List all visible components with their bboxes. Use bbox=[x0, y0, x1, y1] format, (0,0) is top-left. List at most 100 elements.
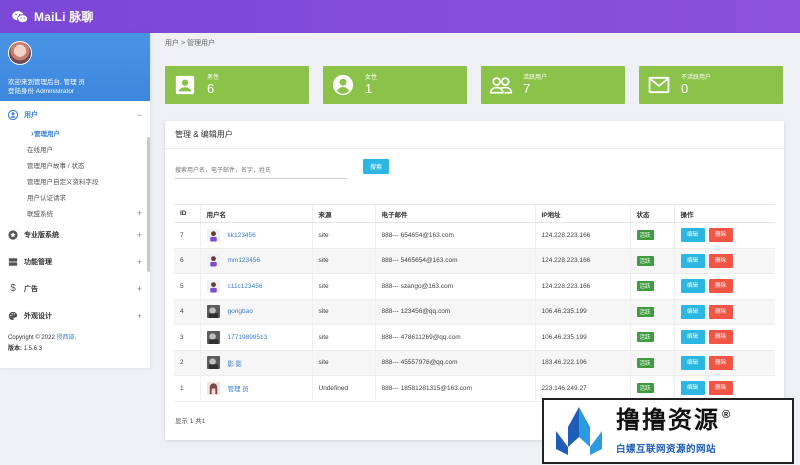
stat-value: 0 bbox=[681, 80, 689, 96]
column-header[interactable]: 用户名 bbox=[199, 204, 312, 223]
cell-actions: 编辑 删除 bbox=[673, 350, 775, 376]
cell-username: mm123456 bbox=[199, 248, 312, 274]
status-badge: 活跃 bbox=[636, 383, 654, 394]
column-header[interactable]: 操作 bbox=[673, 204, 775, 223]
cell-email: 888--- 478611269@qq.com bbox=[374, 324, 535, 351]
cell-id: 5 bbox=[174, 273, 200, 300]
cell-source: site bbox=[311, 273, 375, 300]
username-link[interactable]: gongbao bbox=[228, 308, 253, 315]
column-header[interactable]: IP地址 bbox=[534, 204, 630, 223]
copyright-link[interactable]: 授西部. bbox=[56, 335, 76, 341]
username-link[interactable]: mm123456 bbox=[228, 257, 261, 264]
cell-source: Undefined bbox=[311, 375, 375, 402]
sidebar-scrollbar[interactable] bbox=[147, 137, 150, 272]
stat-male: 男性 6 bbox=[165, 66, 309, 104]
cell-email: 888--- 123456@qq.com bbox=[374, 299, 535, 325]
sidebar-item-group-0[interactable]: 专业版系统 + bbox=[0, 221, 150, 248]
cell-username: gongbao bbox=[199, 299, 312, 325]
expand-icon[interactable]: + bbox=[137, 230, 142, 240]
admin-avatar[interactable] bbox=[8, 41, 32, 65]
edit-button[interactable]: 编辑 bbox=[680, 381, 705, 396]
collapse-icon[interactable]: − bbox=[137, 110, 142, 120]
search-button[interactable]: 搜索 bbox=[363, 159, 389, 174]
delete-button[interactable]: 删除 bbox=[708, 279, 733, 294]
app-brand[interactable]: MaiLi 脉聊 bbox=[34, 8, 94, 25]
expand-icon[interactable]: + bbox=[137, 208, 142, 218]
username-link[interactable]: 管理 员 bbox=[228, 383, 249, 393]
username-link[interactable]: 17719899513 bbox=[228, 334, 268, 341]
delete-button[interactable]: 删除 bbox=[708, 355, 733, 370]
sidebar-item-group-3[interactable]: 外观设计 + bbox=[0, 302, 150, 329]
sidebar-subitem-label: 在线用户 bbox=[27, 147, 53, 154]
status-badge: 活跃 bbox=[636, 255, 654, 266]
cell-ip: 106.46.235.199 bbox=[534, 324, 630, 351]
column-header[interactable]: 来源 bbox=[311, 204, 375, 223]
table-row: 4 gongbao site 888--- 123456@qq.com 106.46.2… bbox=[174, 299, 775, 325]
account-circle-icon bbox=[331, 73, 355, 97]
delete-button[interactable]: 删除 bbox=[708, 381, 733, 396]
sidebar-footer: Copyright © 2022 授西部. 版本: 1.5.6.3 bbox=[0, 333, 150, 355]
username-link[interactable]: c11c123456 bbox=[228, 283, 263, 290]
top-bar: MaiLi 脉聊 bbox=[0, 0, 800, 33]
sidebar-subitem-2[interactable]: 管理用户故事 / 状态 bbox=[0, 157, 150, 173]
sidebar-item-group-1[interactable]: 功能管理 + bbox=[0, 248, 150, 275]
column-header[interactable]: 状态 bbox=[629, 204, 674, 223]
sidebar-subitem-4[interactable]: 用户认证请求 bbox=[0, 189, 150, 205]
sidebar-subitem-label: 管理用户自定义资料字段 bbox=[27, 179, 99, 186]
edit-button[interactable]: 编辑 bbox=[680, 253, 705, 268]
cell-source: site bbox=[311, 324, 375, 351]
cell-id: 1 bbox=[174, 375, 200, 402]
sidebar-subitem-1[interactable]: 在线用户 bbox=[0, 141, 150, 157]
sidebar-item-group-2[interactable]: $ 广告 + bbox=[0, 275, 150, 302]
sidebar-item-label: 广告 bbox=[24, 285, 38, 293]
cell-ip: 106.46.235.199 bbox=[534, 299, 630, 325]
edit-button[interactable]: 编辑 bbox=[680, 279, 705, 294]
sidebar-subitem-label: 联盟系统 bbox=[27, 211, 53, 218]
cell-email: 888--- 654654@163.com bbox=[374, 222, 535, 249]
version-value: 1.5.6.3 bbox=[23, 346, 43, 352]
sidebar-subitem-0[interactable]: 管理用户 bbox=[0, 125, 150, 141]
stat-active: 活跃用户 7 bbox=[481, 66, 625, 104]
cell-username: kk123456 bbox=[199, 222, 312, 249]
cell-source: site bbox=[311, 222, 375, 249]
delete-button[interactable]: 删除 bbox=[708, 253, 733, 268]
cell-email: 888--- 45557976@qq.com bbox=[374, 350, 535, 376]
user-avatar bbox=[206, 305, 220, 319]
expand-icon[interactable]: + bbox=[137, 284, 142, 294]
watermark-subtitle: 白嫖互联网资源的网站 bbox=[616, 444, 717, 455]
user-avatar bbox=[206, 330, 220, 344]
delete-button[interactable]: 删除 bbox=[708, 304, 733, 319]
expand-icon[interactable]: + bbox=[137, 257, 142, 267]
search-input[interactable] bbox=[175, 163, 347, 179]
sidebar-subitem-3[interactable]: 管理用户自定义资料字段 bbox=[0, 173, 150, 189]
cell-email: 888--- szango@163.com bbox=[374, 273, 535, 300]
edit-button[interactable]: 编辑 bbox=[680, 304, 705, 319]
sidebar-item-users[interactable]: 用户 − bbox=[0, 105, 150, 125]
cell-id: 2 bbox=[174, 350, 200, 376]
stat-inactive: 不活跃用户 0 bbox=[639, 66, 783, 104]
sidebar-subitem-label: 管理用户 bbox=[34, 131, 60, 138]
cell-actions: 编辑 删除 bbox=[673, 222, 775, 249]
sidebar-subitem-5[interactable]: 联盟系统 + bbox=[0, 205, 150, 221]
cell-username: 17719899513 bbox=[199, 324, 312, 351]
username-link[interactable]: kk123456 bbox=[228, 232, 256, 239]
cell-ip: 183.46.222.106 bbox=[534, 350, 630, 376]
expand-icon[interactable]: + bbox=[137, 311, 142, 321]
edit-button[interactable]: 编辑 bbox=[680, 330, 705, 345]
status-badge: 活跃 bbox=[636, 332, 654, 343]
delete-button[interactable]: 删除 bbox=[708, 330, 733, 345]
table-row: 3 17719899513 site 888--- 478611269@qq.com 1… bbox=[174, 324, 775, 351]
cell-status: 活跃 bbox=[629, 324, 674, 351]
delete-button[interactable]: 删除 bbox=[708, 228, 733, 243]
cell-actions: 编辑 删除 bbox=[673, 299, 775, 325]
column-header[interactable]: ID bbox=[174, 204, 200, 223]
edit-button[interactable]: 编辑 bbox=[680, 228, 705, 243]
welcome-text: 欢迎来到管理后台, 管理 员 bbox=[8, 79, 85, 86]
table-header-row: ID 用户名 来源 电子邮件 IP地址 状态 操作 bbox=[174, 204, 775, 223]
username-link[interactable]: 影 影 bbox=[228, 358, 243, 368]
cell-email: 888--- 5465654@163.com bbox=[374, 248, 535, 274]
cell-username: 影 影 bbox=[199, 350, 312, 376]
edit-button[interactable]: 编辑 bbox=[680, 355, 705, 370]
users-table: ID 用户名 来源 电子邮件 IP地址 状态 操作 7 kk123456 site 888--- … bbox=[174, 204, 775, 402]
column-header[interactable]: 电子邮件 bbox=[374, 204, 535, 223]
